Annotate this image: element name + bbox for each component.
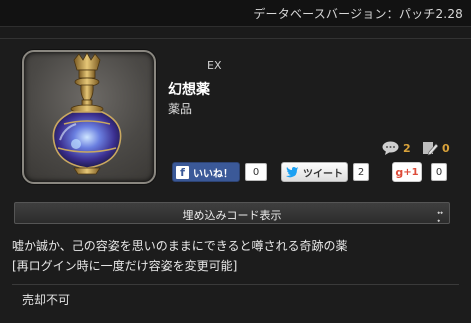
tweet-label: ツイート (303, 168, 343, 180)
item-category: 薬品 (168, 102, 193, 116)
facebook-like-button[interactable]: f いいね！ (172, 162, 240, 182)
comment-icon (382, 141, 399, 155)
edit-icon (423, 142, 438, 156)
description-line: 嘘か誠か、己の容姿を思いのままにできると噂される奇跡の薬 (12, 239, 348, 253)
item-description: 嘘か誠か、己の容姿を思いのままにできると噂される奇跡の薬 [再ログイン時に一度だ… (12, 236, 462, 276)
google-plus-count: 0 (431, 163, 447, 181)
tweet-count: 2 (353, 163, 369, 181)
facebook-icon: f (176, 165, 189, 179)
item-name: 幻想薬 (168, 82, 210, 98)
ex-label: EX (207, 59, 222, 72)
embed-code-toggle[interactable]: 埋め込みコード表示 ⬩⬩ ⬩ (14, 202, 450, 225)
google-plus-label: +1 (403, 166, 419, 178)
facebook-like-count: 0 (245, 163, 267, 181)
divider (12, 284, 459, 285)
comment-count-value: 2 (403, 141, 411, 155)
sell-status: 売却不可 (22, 293, 71, 307)
facebook-like-label: いいね！ (193, 168, 233, 180)
google-plus-icon: g (395, 165, 404, 179)
edit-count-value: 0 (442, 141, 450, 155)
twitter-bird-icon (286, 167, 299, 178)
google-plus-button[interactable]: g +1 (392, 162, 422, 182)
potion-bottle-icon (52, 52, 122, 175)
description-note: [再ログイン時に一度だけ容姿を変更可能] (12, 259, 238, 273)
edit-count[interactable]: 0 (422, 140, 450, 156)
expand-arrows-icon: ⬩⬩ ⬩ (437, 208, 443, 225)
tweet-button[interactable]: ツイート (281, 162, 348, 182)
top-bar: データベースバージョン：パッチ2.28 (0, 0, 471, 27)
embed-code-label: 埋め込みコード表示 (182, 209, 282, 222)
item-icon-frame (22, 50, 156, 184)
database-version-label: データベースバージョン：パッチ2.28 (253, 7, 463, 21)
comment-count[interactable]: 2 (382, 140, 411, 156)
